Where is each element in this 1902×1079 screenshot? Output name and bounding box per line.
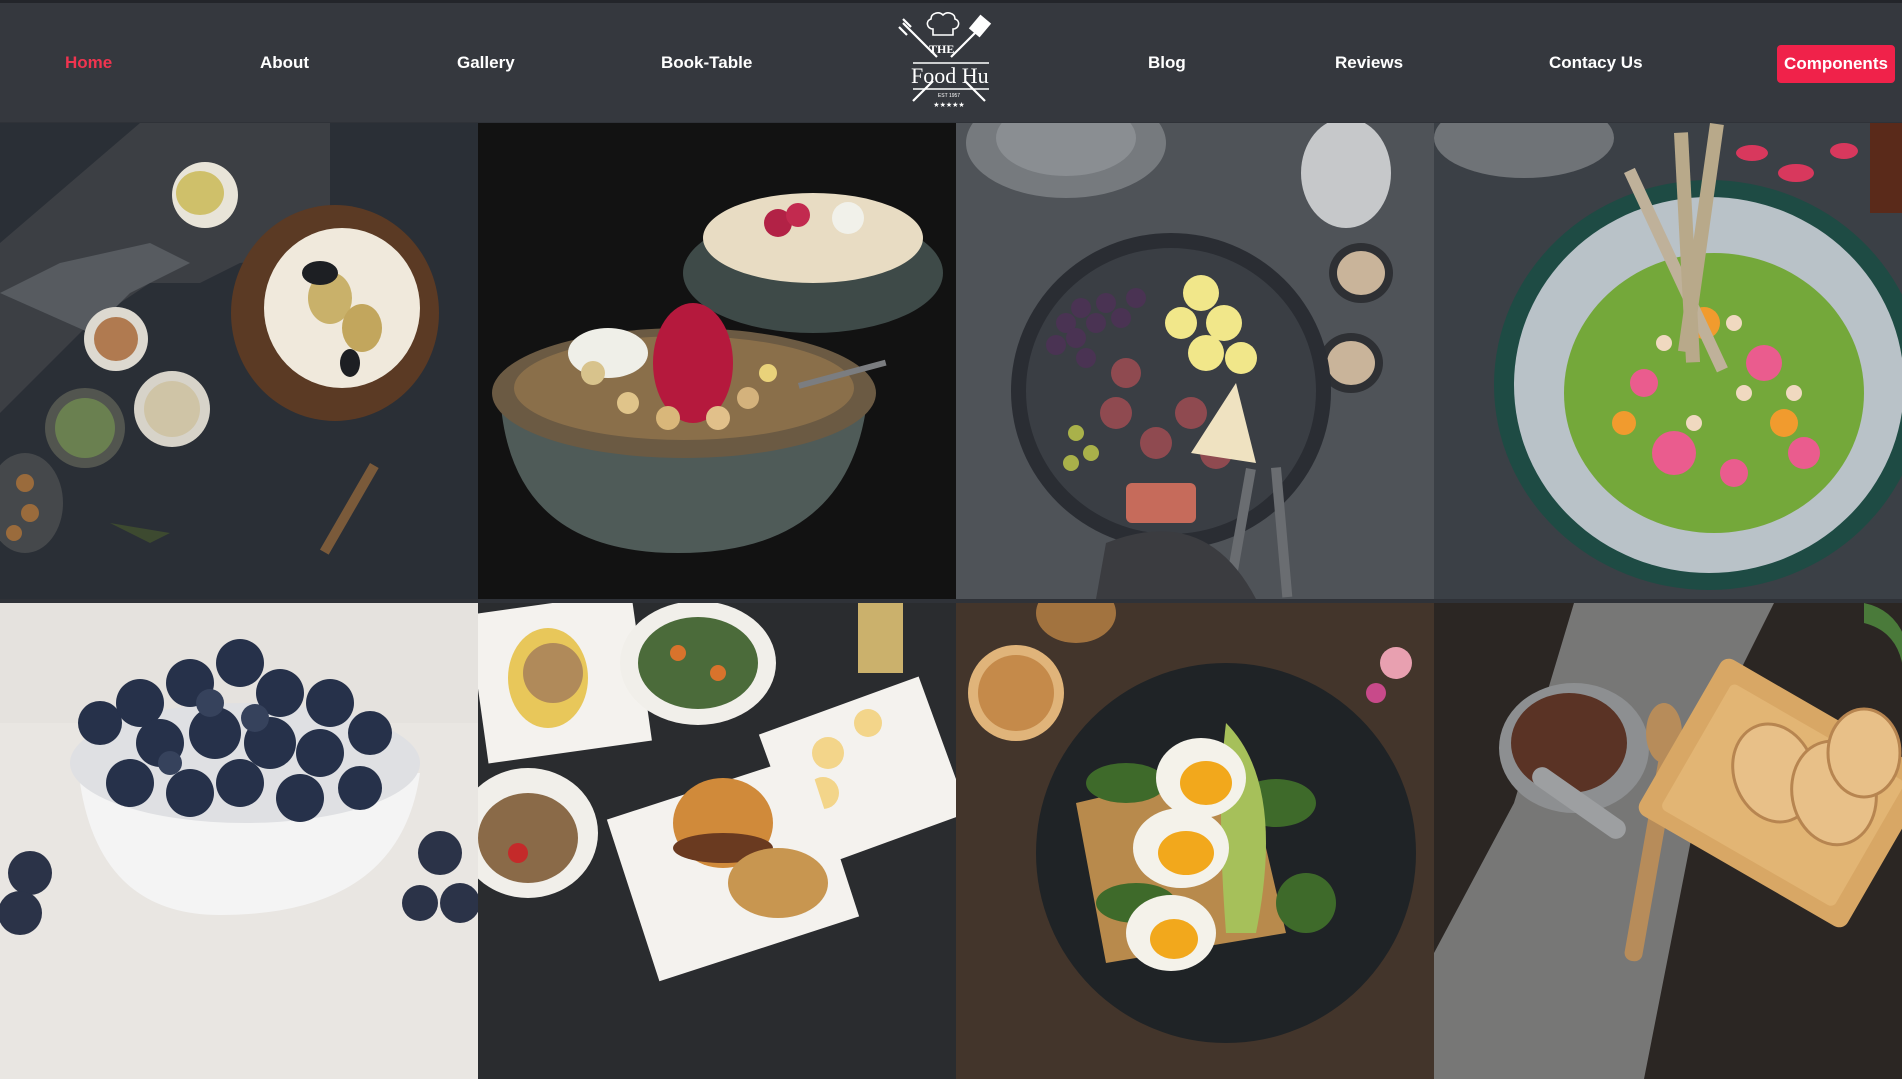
- nav-reviews-link[interactable]: Reviews: [1335, 53, 1403, 73]
- nav-book-table-link[interactable]: Book-Table: [661, 53, 752, 73]
- svg-text:Food Hu: Food Hu: [911, 63, 989, 88]
- plated-dishes-burger-photo[interactable]: [478, 603, 956, 1079]
- nav-gallery-link[interactable]: Gallery: [457, 53, 515, 73]
- nav-home-link[interactable]: Home: [65, 53, 112, 73]
- photo-gallery: [0, 123, 1902, 1079]
- svg-text:★★★★★: ★★★★★: [933, 101, 964, 109]
- figs-grape-platter-photo[interactable]: [956, 123, 1434, 599]
- nav-contact-link[interactable]: Contacy Us: [1549, 53, 1643, 73]
- chef-hat-utensils-icon: THE Food Hu EST 1957 ★★★★★: [898, 12, 992, 109]
- site-logo[interactable]: THE Food Hu EST 1957 ★★★★★: [893, 11, 1003, 111]
- green-hummus-bowl-photo[interactable]: [1434, 123, 1902, 599]
- nav-about-link[interactable]: About: [260, 53, 309, 73]
- granola-bowl-photo[interactable]: [478, 123, 956, 599]
- top-navbar: Home About Gallery Book-Table THE Food H…: [0, 0, 1902, 122]
- blueberries-bowl-photo[interactable]: [0, 603, 478, 1079]
- svg-text:THE: THE: [929, 42, 954, 56]
- components-button[interactable]: Components: [1777, 45, 1895, 83]
- svg-text:EST 1957: EST 1957: [938, 93, 960, 99]
- pear-cake-dessert-photo[interactable]: [0, 123, 478, 599]
- avocado-egg-toast-photo[interactable]: [956, 603, 1434, 1079]
- nav-blog-link[interactable]: Blog: [1148, 53, 1186, 73]
- cocoa-cookies-photo[interactable]: [1434, 603, 1902, 1079]
